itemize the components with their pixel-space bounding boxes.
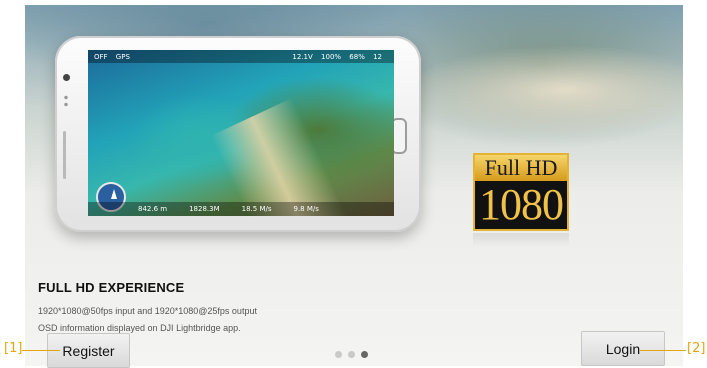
phone-sensor-dots bbox=[64, 94, 68, 108]
osd-h-speed: 18.5 M/s bbox=[241, 205, 272, 213]
osd-top-bar: OFF GPS 12.1V 100% 68% 12 bbox=[88, 50, 394, 63]
full-hd-badge: Full HD 1080 bbox=[473, 153, 569, 231]
osd-satellites: 12 bbox=[373, 52, 382, 61]
page-dot bbox=[335, 351, 342, 358]
osd-battery: 100% bbox=[321, 52, 342, 61]
callout-label-1: [1] bbox=[4, 341, 23, 356]
login-button[interactable]: Login bbox=[581, 331, 665, 366]
aerial-beach bbox=[210, 98, 356, 216]
osd-v-speed: 9.8 M/s bbox=[293, 205, 319, 213]
osd-altitude: 1828.3M bbox=[189, 205, 220, 213]
osd-signal: 68% bbox=[349, 52, 365, 61]
callout-line-1 bbox=[22, 350, 60, 351]
osd-bottom-bar: 842.6 m 1828.3M 18.5 M/s 9.8 M/s bbox=[88, 202, 394, 216]
osd-gps: GPS bbox=[115, 52, 130, 61]
page-indicator bbox=[335, 351, 374, 358]
callout-line-2 bbox=[640, 350, 686, 351]
slide-description-line-2: OSD information displayed on DJI Lightbr… bbox=[38, 323, 241, 333]
full-hd-badge-top: Full HD bbox=[475, 155, 567, 181]
page-dot bbox=[348, 351, 355, 358]
phone-speaker bbox=[63, 131, 66, 179]
osd-distance: 842.6 m bbox=[138, 205, 168, 213]
phone-display: OFF GPS 12.1V 100% 68% 12 842.6 m 1828.3… bbox=[88, 50, 394, 216]
background-beach bbox=[405, 45, 683, 135]
phone-camera bbox=[63, 74, 70, 81]
callout-label-2: [2] bbox=[687, 341, 706, 356]
full-hd-badge-reflection bbox=[473, 233, 569, 247]
slide-title: FULL HD EXPERIENCE bbox=[38, 280, 185, 295]
osd-mode: OFF bbox=[94, 52, 108, 61]
phone-mockup: OFF GPS 12.1V 100% 68% 12 842.6 m 1828.3… bbox=[55, 36, 421, 232]
osd-voltage: 12.1V bbox=[292, 52, 313, 61]
page-dot-active bbox=[361, 351, 368, 358]
full-hd-badge-number: 1080 bbox=[479, 180, 564, 229]
slide-description-line-1: 1920*1080@50fps input and 1920*1080@25fp… bbox=[38, 306, 257, 316]
